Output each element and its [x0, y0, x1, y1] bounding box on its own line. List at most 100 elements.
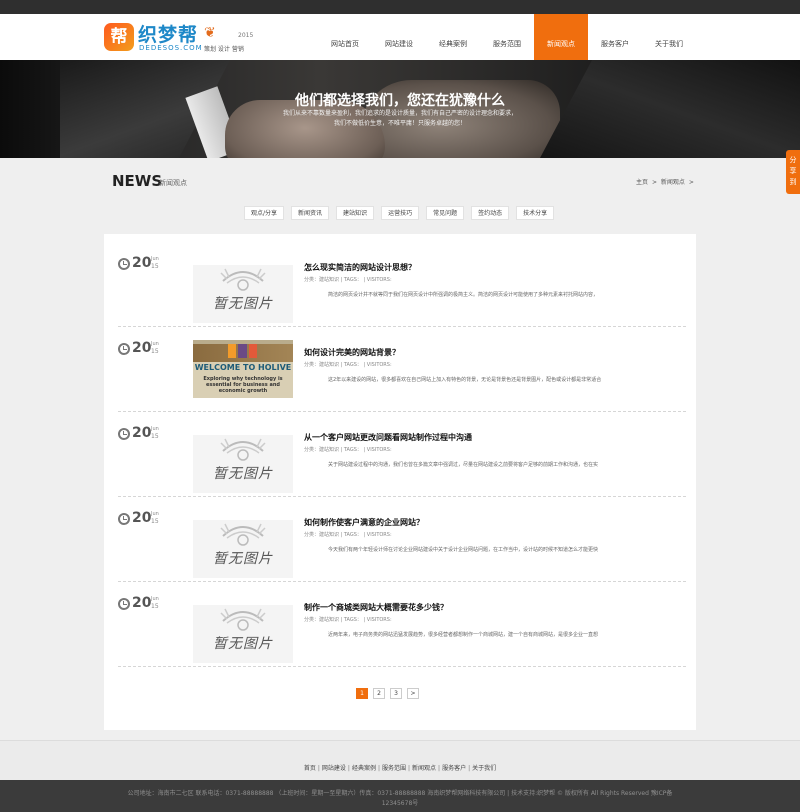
category-filters: 观点/分享 新闻资讯 建站知识 运营技巧 常见问题 签约动态 技术分享	[244, 206, 561, 220]
article-thumbnail[interactable]: WELCOME TO HOLIVE Exploring why technolo…	[193, 340, 293, 398]
nav-item-cases[interactable]: 经典案例	[426, 14, 480, 60]
article-item: 20 Jun 15 暂无图片 制作一个商城类网站大概需要花多少钱？ 分类：建站知…	[118, 582, 686, 667]
article-date: 20 Jun 15	[118, 340, 178, 364]
copyright-line: 公司地址：海南市二七区 联系电话：0371-88888888 （上班时间：星期一…	[127, 790, 673, 797]
article-thumbnail[interactable]: 暂无图片	[193, 435, 293, 493]
breadcrumb-separator: >	[651, 179, 657, 186]
deer-icon: ❦	[204, 25, 216, 41]
nav-item-clients[interactable]: 服务客户	[588, 14, 642, 60]
banner-subtitle-line2: 我们不做低价生意，不唯平庸！只服务卓越的您！	[333, 120, 466, 127]
clock-icon	[118, 428, 130, 440]
banner: 他们都选择我们，您还在犹豫什么 我们从来不靠数量来盈利，我们追求的是设计质量，我…	[0, 60, 800, 158]
clock-icon	[118, 343, 130, 355]
date-month: Jun	[151, 341, 159, 347]
breadcrumb: 主页 > 新闻观点 >	[636, 177, 696, 186]
date-month: Jun	[151, 511, 159, 517]
article-thumbnail[interactable]: 暂无图片	[193, 605, 293, 663]
nav-item-services[interactable]: 服务范围	[480, 14, 534, 60]
footer-link-home[interactable]: 首页	[304, 763, 316, 772]
article-date: 20 Jun 15	[118, 255, 178, 279]
footer-separator: |	[347, 765, 350, 772]
article-item: 20 Jun 15 暂无图片 从一个客户网站更改问题看网站制作过程中沟通 分类：…	[118, 412, 686, 497]
breadcrumb-current[interactable]: 新闻观点	[661, 179, 685, 186]
footer-link-clients[interactable]: 服务客户	[442, 763, 466, 772]
category-tech-share[interactable]: 技术分享	[516, 206, 555, 220]
no-image-text: 暂无图片	[213, 551, 273, 567]
nav-item-about[interactable]: 关于我们	[642, 14, 696, 60]
footer-link-news[interactable]: 新闻观点	[412, 763, 436, 772]
date-year: 15	[151, 433, 159, 440]
section-subtitle: 新闻观点	[159, 179, 187, 187]
page-3-button[interactable]: 3	[390, 688, 402, 699]
article-item: 20 Jun 15 暂无图片 如何制作使客户满意的企业网站？ 分类：建站知识 |…	[118, 497, 686, 582]
article-thumbnail[interactable]: 暂无图片	[193, 520, 293, 578]
date-year: 15	[151, 348, 159, 355]
footer-link-row: 首页 | 网站建设 | 经典案例 | 服务范围 | 新闻观点 | 服务客户 | 关于我们	[0, 763, 800, 772]
category-contracts[interactable]: 签约动态	[471, 206, 510, 220]
nav-item-news[interactable]: 新闻观点	[534, 14, 588, 60]
logo[interactable]: 帮 织梦帮 DEDESOS.COM ❦ 2015 策划 设计 营销	[104, 20, 254, 56]
share-tab[interactable]: 分享到	[786, 150, 800, 194]
no-image-text: 暂无图片	[213, 636, 273, 652]
date-year: 15	[151, 603, 159, 610]
article-summary: 简洁的网页设计并不就等同于我们在网页设计中所强调的极简主义。简洁的网页设计可能使…	[328, 292, 599, 298]
date-year: 15	[151, 518, 159, 525]
thumb-headline: WELCOME TO HOLIVE	[194, 363, 292, 372]
category-news[interactable]: 新闻资讯	[291, 206, 330, 220]
category-operation-tips[interactable]: 运营技巧	[381, 206, 420, 220]
footer-link-cases[interactable]: 经典案例	[352, 763, 376, 772]
date-month: Jun	[151, 596, 159, 602]
top-bar	[0, 0, 800, 14]
article-meta: 分类：建站知识 | TAGS： | VISITORS:	[304, 617, 392, 623]
category-opinion-share[interactable]: 观点/分享	[244, 206, 285, 220]
footer-separator: |	[468, 765, 471, 772]
article-summary: 今天我们有两个年轻设计师在讨论企业网站建设中关于设计企业网站问题，在工作当中，设…	[328, 547, 599, 553]
date-day: 20	[132, 510, 152, 526]
category-site-knowledge[interactable]: 建站知识	[336, 206, 375, 220]
article-date: 20 Jun 15	[118, 595, 178, 619]
section-title: NEWS	[112, 172, 163, 190]
date-day: 20	[132, 340, 152, 356]
banner-subtitle-line1: 我们从来不靠数量来盈利，我们追求的是设计质量，我们有自己严密的设计理念和要求，	[282, 110, 517, 117]
article-summary: 关于网站建设过程中的沟通，我们也曾在多篇文章中强调过，尽量在网站建设之前要将客户…	[328, 462, 599, 468]
share-tab-label: 分享到	[789, 156, 797, 186]
article-summary: 这2年以来建设的网站，很多都喜欢在自己网站上加入有特色的背景，无论是背景色还是背…	[328, 377, 602, 383]
page-1-button[interactable]: 1	[356, 688, 368, 699]
article-list: 20 Jun 15 暂无图片 怎么现实简洁的网站设计思想？ 分类：建站知识 | …	[104, 234, 696, 730]
breadcrumb-separator: >	[688, 179, 694, 186]
article-item: 20 Jun 15 WELCOME TO HOLIVE Exploring wh…	[118, 327, 686, 412]
article-title[interactable]: 如何制作使客户满意的企业网站？	[304, 517, 424, 528]
article-title[interactable]: 怎么现实简洁的网站设计思想？	[304, 262, 416, 273]
clock-icon	[118, 598, 130, 610]
logo-year: 2015	[238, 32, 254, 39]
header: 帮 织梦帮 DEDESOS.COM ❦ 2015 策划 设计 营销 网站首页 网…	[0, 14, 800, 60]
nav-item-website-building[interactable]: 网站建设	[372, 14, 426, 60]
footer-link-website-building[interactable]: 网站建设	[322, 763, 346, 772]
article-summary: 近两年来，电子商务类的网站迅猛发展趋势，很多经营者都想制作一个商城网站，建一个自…	[328, 632, 599, 638]
page-2-button[interactable]: 2	[373, 688, 385, 699]
clock-icon	[118, 513, 130, 525]
footer-link-services[interactable]: 服务范围	[382, 763, 406, 772]
date-day: 20	[132, 425, 152, 441]
article-title[interactable]: 如何设计完美的网站背景？	[304, 347, 400, 358]
article-thumbnail[interactable]: 暂无图片	[193, 265, 293, 323]
breadcrumb-home[interactable]: 主页	[636, 179, 648, 186]
article-date: 20 Jun 15	[118, 425, 178, 449]
category-faq[interactable]: 常见问题	[426, 206, 465, 220]
footer-separator: |	[317, 765, 320, 772]
footer-links: 首页 | 网站建设 | 经典案例 | 服务范围 | 新闻观点 | 服务客户 | 关于我们	[0, 740, 800, 780]
footer-separator: |	[438, 765, 441, 772]
date-month: Jun	[151, 426, 159, 432]
no-image-text: 暂无图片	[213, 466, 273, 482]
footer-separator: |	[408, 765, 411, 772]
banner-subtitle: 我们从来不靠数量来盈利，我们追求的是设计质量，我们有自己严密的设计理念和要求， …	[250, 109, 550, 129]
article-title[interactable]: 制作一个商城类网站大概需要花多少钱？	[304, 602, 448, 613]
main-nav: 网站首页 网站建设 经典案例 服务范围 新闻观点 服务客户 关于我们	[318, 14, 696, 60]
next-page-button[interactable]: >	[407, 688, 419, 699]
icp-number: 12345678号	[381, 800, 419, 807]
logo-domain: DEDESOS.COM	[139, 44, 203, 52]
article-title[interactable]: 从一个客户网站更改问题看网站制作过程中沟通	[304, 432, 472, 443]
nav-item-home[interactable]: 网站首页	[318, 14, 372, 60]
footer-link-about[interactable]: 关于我们	[472, 763, 496, 772]
logo-mark: 帮	[104, 23, 134, 51]
